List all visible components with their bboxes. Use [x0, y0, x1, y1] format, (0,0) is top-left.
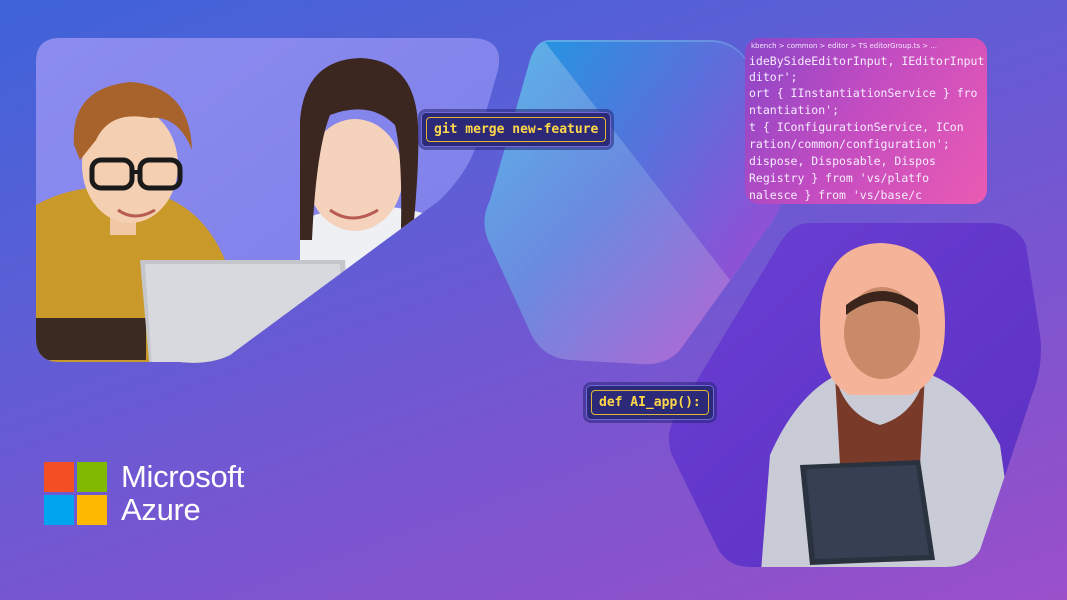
two-developers-illustration — [36, 38, 500, 363]
code-line: ditor'; — [749, 70, 798, 84]
code-line: ration/common/configuration'; — [749, 137, 950, 151]
code-line: t { IConfigurationService, ICon — [749, 120, 964, 134]
hooded-developer-illustration — [668, 223, 1042, 567]
python-def-tag: def AI_app(): — [586, 385, 714, 420]
logo-square-blue — [44, 495, 74, 525]
logo-square-yellow — [77, 495, 107, 525]
microsoft-logo-icon — [44, 462, 107, 525]
microsoft-azure-logo: Microsoft Azure — [44, 460, 244, 526]
photo-panel-two-developers — [0, 0, 520, 380]
editor-breadcrumb: kbench > common > editor > TS editorGrou… — [751, 42, 938, 50]
banner-canvas: kbench > common > editor > TS editorGrou… — [0, 0, 1067, 600]
python-def-text: def AI_app(): — [591, 390, 709, 415]
logo-square-green — [77, 462, 107, 492]
code-line: ort { IInstantiationService } fro — [749, 86, 978, 100]
code-line: ideBySideEditorInput, IEditorInput, — [749, 54, 987, 68]
code-line: dispose, Disposable, Dispos — [749, 154, 936, 168]
logo-line-microsoft: Microsoft — [121, 459, 245, 494]
code-line: Registry } from 'vs/platfo — [749, 171, 930, 185]
code-line: ntantiation'; — [749, 103, 840, 117]
git-command-tag: git merge new-feature — [421, 112, 612, 147]
logo-square-red — [44, 462, 74, 492]
logo-line-azure: Azure — [121, 492, 201, 527]
logo-wordmark: Microsoft Azure — [121, 460, 244, 526]
code-line: nalesce } from 'vs/base/c — [749, 188, 923, 202]
git-command-text: git merge new-feature — [426, 117, 607, 142]
code-editor-snippet: kbench > common > editor > TS editorGrou… — [745, 38, 987, 204]
photo-panel-hooded-developer — [660, 215, 1060, 585]
